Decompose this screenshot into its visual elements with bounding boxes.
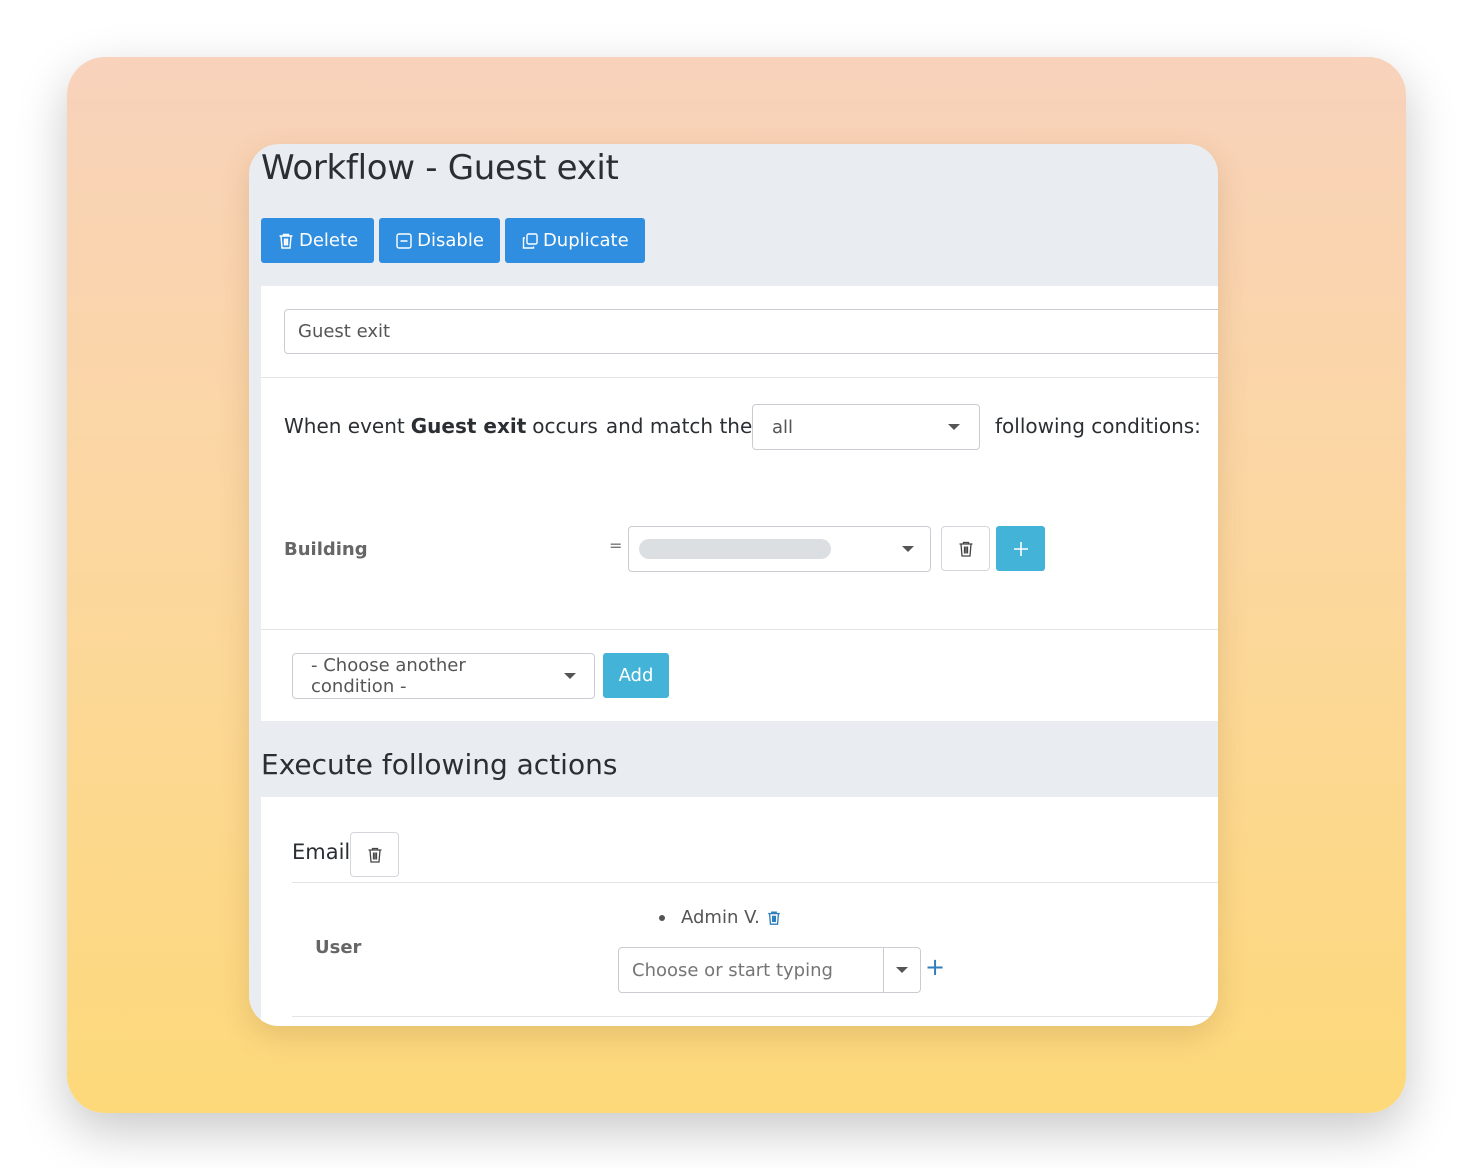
- user-list-item: Admin V.: [659, 907, 782, 928]
- add-condition-button[interactable]: Add: [603, 653, 669, 698]
- caret-down-icon: [902, 546, 914, 552]
- remove-action-button[interactable]: [350, 832, 399, 877]
- another-condition-select[interactable]: - Choose another condition -: [292, 653, 595, 699]
- divider: [261, 629, 1218, 630]
- disable-label: Disable: [417, 230, 484, 251]
- minus-square-icon: [396, 232, 412, 249]
- action-label-email: Email: [292, 840, 351, 864]
- divider: [261, 377, 1218, 378]
- duplicate-button[interactable]: Duplicate: [504, 218, 645, 263]
- delete-button[interactable]: Delete: [261, 218, 375, 263]
- caret-down-icon: [896, 967, 908, 973]
- another-condition-placeholder: - Choose another condition -: [311, 655, 466, 697]
- match-mode-select[interactable]: all: [752, 404, 980, 450]
- trash-icon[interactable]: [766, 909, 782, 927]
- bullet-icon: [659, 914, 665, 921]
- trash-icon: [959, 541, 972, 557]
- toolbar: Delete Disable Duplicate: [261, 218, 645, 263]
- combobox-toggle[interactable]: [883, 948, 920, 992]
- copy-icon: [522, 232, 538, 249]
- condition-label-building: Building: [284, 539, 368, 560]
- occurs-text: occurs: [532, 414, 598, 438]
- event-name: Guest exit: [410, 414, 527, 438]
- actions-panel: Email User Admin V. +: [261, 797, 1218, 1026]
- conditions-panel: When event Guest exit occurs and match t…: [261, 286, 1218, 721]
- trash-icon: [368, 847, 381, 863]
- add-user-button[interactable]: +: [925, 955, 945, 979]
- trash-icon: [279, 233, 293, 249]
- condition-operator: =: [609, 536, 623, 555]
- delete-label: Delete: [299, 230, 359, 251]
- add-value-button[interactable]: [996, 526, 1045, 571]
- user-combobox[interactable]: [618, 947, 921, 993]
- divider: [292, 882, 1218, 883]
- redacted-value: [639, 539, 831, 559]
- disable-button[interactable]: Disable: [379, 218, 500, 263]
- user-search-input[interactable]: [619, 948, 883, 992]
- actions-section-title: Execute following actions: [261, 748, 618, 781]
- caret-down-icon: [564, 673, 576, 679]
- building-select[interactable]: [628, 526, 931, 572]
- caret-down-icon: [948, 424, 960, 430]
- plus-icon: [1013, 541, 1028, 556]
- workflow-name-input[interactable]: [284, 309, 1218, 354]
- divider: [292, 1016, 1218, 1017]
- intro-text: When event: [284, 414, 405, 438]
- remove-condition-button[interactable]: [941, 526, 990, 571]
- following-text: following conditions:: [995, 414, 1201, 438]
- page-title: Workflow - Guest exit: [261, 148, 619, 188]
- match-text: and match the: [605, 414, 753, 438]
- condition-sentence: When event Guest exit occurs and match t…: [284, 401, 752, 451]
- match-mode-value: all: [772, 416, 794, 438]
- field-label-user: User: [315, 937, 362, 958]
- user-name: Admin V.: [681, 907, 760, 928]
- workflow-window: Workflow - Guest exit Delete Disable Dup…: [249, 144, 1218, 1026]
- duplicate-label: Duplicate: [542, 230, 629, 251]
